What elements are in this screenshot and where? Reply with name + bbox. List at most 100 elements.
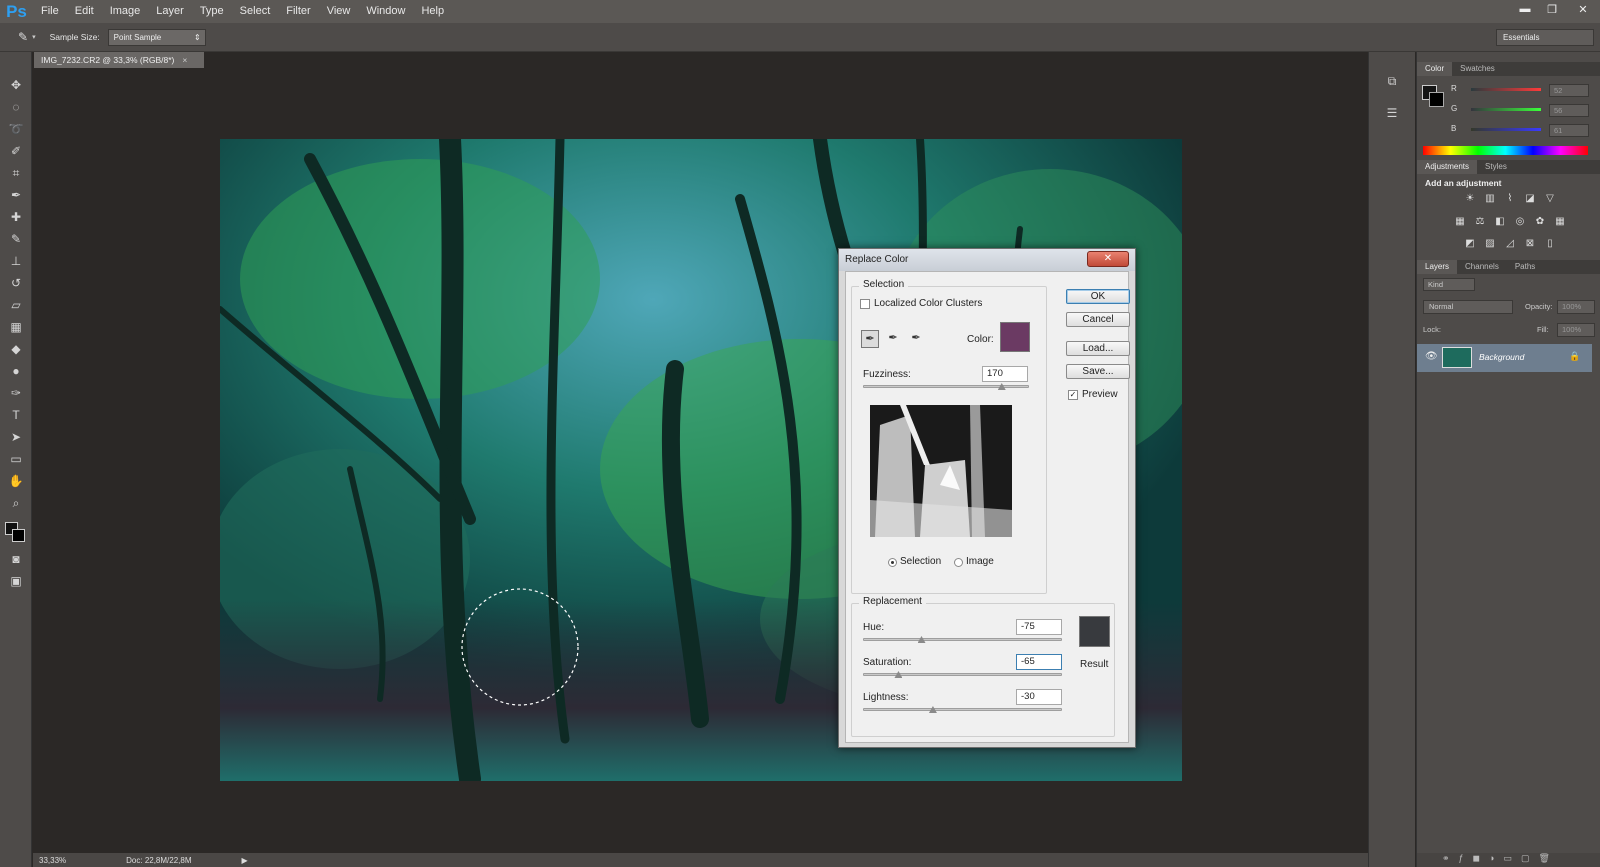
fuzziness-input[interactable]: 170 (982, 366, 1028, 382)
selection-radio[interactable] (888, 558, 897, 567)
blur-tool-icon[interactable]: ◆ (7, 340, 25, 358)
move-tool-icon[interactable]: ✥ (7, 76, 25, 94)
exposure-icon[interactable]: ◪ (1523, 193, 1537, 205)
eyedropper-tool-icon[interactable]: ✎ (18, 30, 28, 44)
hue-sat-icon[interactable]: ▦ (1453, 216, 1467, 228)
gradient-map-icon[interactable]: ▯ (1543, 238, 1557, 250)
saturation-slider-thumb[interactable] (894, 671, 903, 678)
eyedropper-plus-icon[interactable]: ✒ (884, 330, 902, 348)
clone-stamp-icon[interactable]: ⊥ (7, 252, 25, 270)
layer-name[interactable]: Background (1479, 352, 1524, 362)
sample-size-select[interactable]: Point Sample (107, 28, 206, 46)
eraser-tool-icon[interactable]: ▱ (7, 296, 25, 314)
layers-footer-icons[interactable]: ⚭ƒ◼◑▭▢🗑 (1417, 853, 1600, 867)
sample-color-swatch[interactable] (1000, 322, 1030, 352)
type-tool-icon[interactable]: T (7, 406, 25, 424)
menu-select[interactable]: Select (232, 0, 279, 23)
menu-file[interactable]: File (33, 0, 67, 23)
invert-icon[interactable]: ◩ (1463, 238, 1477, 250)
saturation-slider[interactable] (863, 671, 1062, 678)
restore-button[interactable]: ❐ (1537, 0, 1567, 18)
ok-button[interactable]: OK (1066, 289, 1130, 304)
tab-color[interactable]: Color (1417, 62, 1453, 76)
visibility-eye-icon[interactable]: 👁 (1425, 351, 1438, 362)
menu-edit[interactable]: Edit (67, 0, 102, 23)
brightness-icon[interactable]: ☀ (1463, 193, 1477, 205)
lasso-tool-icon[interactable]: ➰ (7, 120, 25, 138)
preview-checkbox[interactable]: ✓ (1068, 390, 1078, 400)
tab-paths[interactable]: Paths (1507, 260, 1543, 274)
posterize-icon[interactable]: ▨ (1483, 238, 1497, 250)
tool-preset-chevron-icon[interactable]: ▾ (32, 33, 36, 41)
menu-view[interactable]: View (319, 0, 359, 23)
threshold-icon[interactable]: ◿ (1503, 238, 1517, 250)
result-color-swatch[interactable] (1079, 616, 1110, 647)
red-slider[interactable] (1471, 88, 1541, 91)
blue-slider[interactable] (1471, 128, 1541, 131)
dialog-titlebar[interactable]: Replace Color ✕ (839, 249, 1135, 271)
brush-tool-icon[interactable]: ✎ (7, 230, 25, 248)
background-color-swatch[interactable] (12, 529, 25, 542)
menu-help[interactable]: Help (413, 0, 452, 23)
history-brush-icon[interactable]: ↺ (7, 274, 25, 292)
tab-swatches[interactable]: Swatches (1452, 62, 1503, 76)
hand-tool-icon[interactable]: ✋ (7, 472, 25, 490)
blue-value[interactable]: 61 (1549, 124, 1589, 137)
curves-icon[interactable]: ⌇ (1503, 193, 1517, 205)
history-panel-icon[interactable]: ⧉ (1383, 72, 1401, 90)
saturation-input[interactable]: -65 (1016, 654, 1062, 670)
dodge-tool-icon[interactable]: ● (7, 362, 25, 380)
channel-mixer-icon[interactable]: ✿ (1533, 216, 1547, 228)
close-window-button[interactable]: ✕ (1568, 0, 1598, 18)
localized-checkbox[interactable] (860, 299, 870, 309)
green-slider[interactable] (1471, 108, 1541, 111)
properties-panel-icon[interactable]: ☰ (1383, 104, 1401, 122)
lightness-slider[interactable] (863, 706, 1062, 713)
selective-color-icon[interactable]: ⊠ (1523, 238, 1537, 250)
hue-slider-thumb[interactable] (917, 636, 926, 643)
quick-mask-icon[interactable]: ◙ (7, 550, 25, 568)
quick-select-tool-icon[interactable]: ✐ (7, 142, 25, 160)
fuzziness-slider[interactable] (863, 383, 1029, 390)
layer-kind-filter[interactable]: Kind (1423, 278, 1475, 291)
levels-icon[interactable]: ▥ (1483, 193, 1497, 205)
dialog-close-button[interactable]: ✕ (1087, 251, 1129, 267)
gradient-tool-icon[interactable]: ▦ (7, 318, 25, 336)
save-button[interactable]: Save... (1066, 364, 1130, 379)
opacity-input[interactable]: 100% (1557, 300, 1595, 314)
blend-mode-select[interactable]: Normal (1423, 300, 1513, 314)
eyedropper-minus-icon[interactable]: ✒ (907, 330, 925, 348)
lightness-slider-thumb[interactable] (928, 706, 937, 713)
tab-adjustments[interactable]: Adjustments (1417, 160, 1478, 174)
eyedropper-icon[interactable]: ✒ (861, 330, 879, 348)
document-close-icon[interactable]: × (182, 55, 187, 65)
black-white-icon[interactable]: ◧ (1493, 216, 1507, 228)
screen-mode-icon[interactable]: ▣ (7, 572, 25, 590)
menu-filter[interactable]: Filter (278, 0, 318, 23)
shape-tool-icon[interactable]: ▭ (7, 450, 25, 468)
hue-slider[interactable] (863, 636, 1062, 643)
zoom-level[interactable]: 33,33% (39, 856, 66, 865)
image-radio[interactable] (954, 558, 963, 567)
menu-image[interactable]: Image (102, 0, 149, 23)
vibrance-icon[interactable]: ▽ (1543, 193, 1557, 205)
cancel-button[interactable]: Cancel (1066, 312, 1130, 327)
fill-input[interactable]: 100% (1557, 323, 1595, 337)
eyedropper-icon[interactable]: ✒ (7, 186, 25, 204)
tab-styles[interactable]: Styles (1477, 160, 1515, 174)
load-button[interactable]: Load... (1066, 341, 1130, 356)
hue-input[interactable]: -75 (1016, 619, 1062, 635)
menu-type[interactable]: Type (192, 0, 232, 23)
fuzziness-slider-thumb[interactable] (997, 383, 1006, 390)
minimize-button[interactable]: ▬ (1510, 0, 1540, 18)
status-arrow-icon[interactable]: ▶ (242, 856, 248, 865)
zoom-tool-icon[interactable]: ⌕ (7, 494, 25, 512)
tab-layers[interactable]: Layers (1417, 260, 1458, 274)
tab-channels[interactable]: Channels (1457, 260, 1507, 274)
red-value[interactable]: 52 (1549, 84, 1589, 97)
marquee-tool-icon[interactable]: ◌ (7, 98, 25, 116)
green-value[interactable]: 56 (1549, 104, 1589, 117)
color-spectrum-ramp[interactable] (1423, 146, 1588, 155)
photo-filter-icon[interactable]: ◎ (1513, 216, 1527, 228)
crop-tool-icon[interactable]: ⌗ (7, 164, 25, 182)
